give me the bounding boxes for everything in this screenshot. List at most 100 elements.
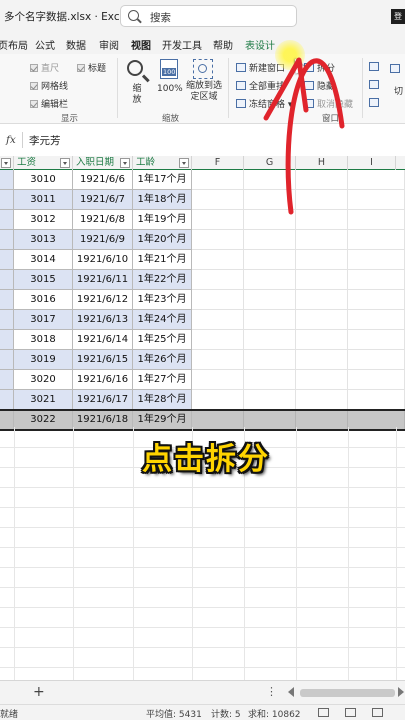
- empty-cell[interactable]: [244, 290, 296, 310]
- table-row[interactable]: 3014 1921/6/10 1年21个月: [0, 250, 405, 270]
- empty-cell[interactable]: [244, 350, 296, 370]
- row-stub-cell[interactable]: [0, 390, 14, 410]
- empty-cell[interactable]: [296, 170, 348, 190]
- tab-help[interactable]: 帮助: [213, 37, 233, 52]
- filter-dropdown-icon[interactable]: [179, 158, 189, 168]
- filter-dropdown-icon[interactable]: [120, 158, 130, 168]
- empty-cell[interactable]: [296, 190, 348, 210]
- table-row[interactable]: 3011 1921/6/7 1年18个月: [0, 190, 405, 210]
- hire-date-cell[interactable]: 1921/6/13: [73, 310, 133, 330]
- table-row[interactable]: 3012 1921/6/8 1年19个月: [0, 210, 405, 230]
- empty-cell[interactable]: [192, 170, 244, 190]
- formula-bar-checkbox[interactable]: 编辑栏: [30, 97, 68, 110]
- hire-date-cell[interactable]: 1921/6/12: [73, 290, 133, 310]
- tenure-cell[interactable]: 1年23个月: [133, 290, 192, 310]
- headings-checkbox[interactable]: 标题: [77, 61, 106, 74]
- salary-cell[interactable]: 3016: [14, 290, 73, 310]
- side-icon-3[interactable]: [369, 98, 382, 109]
- empty-cell[interactable]: [348, 310, 405, 330]
- search-box[interactable]: 搜索: [120, 5, 297, 27]
- empty-cell[interactable]: [244, 230, 296, 250]
- more-options-icon[interactable]: ⋮: [266, 685, 277, 698]
- empty-cell[interactable]: [296, 230, 348, 250]
- column-header-F[interactable]: F: [192, 156, 244, 170]
- empty-cell[interactable]: [244, 210, 296, 230]
- table-row[interactable]: 3016 1921/6/12 1年23个月: [0, 290, 405, 310]
- empty-cell[interactable]: [244, 190, 296, 210]
- row-stub-cell[interactable]: [0, 210, 14, 230]
- normal-view-icon[interactable]: [318, 708, 329, 717]
- empty-cell[interactable]: [348, 270, 405, 290]
- horizontal-scrollbar[interactable]: [300, 689, 395, 697]
- salary-cell[interactable]: 3020: [14, 370, 73, 390]
- table-row[interactable]: 3017 1921/6/13 1年24个月: [0, 310, 405, 330]
- tab-formulas[interactable]: 公式: [35, 37, 55, 52]
- empty-cell[interactable]: [296, 310, 348, 330]
- tab-data[interactable]: 数据: [66, 37, 86, 52]
- column-header-salary[interactable]: 工资: [14, 156, 73, 170]
- table-row[interactable]: 3010 1921/6/6 1年17个月: [0, 170, 405, 190]
- tenure-cell[interactable]: 1年20个月: [133, 230, 192, 250]
- gridlines-checkbox[interactable]: 网格线: [30, 79, 68, 92]
- empty-cell[interactable]: [244, 170, 296, 190]
- tenure-cell[interactable]: 1年26个月: [133, 350, 192, 370]
- tenure-cell[interactable]: 1年25个月: [133, 330, 192, 350]
- row-stub-cell[interactable]: [0, 270, 14, 290]
- side-icon-2[interactable]: [369, 80, 382, 91]
- hire-date-cell[interactable]: 1921/6/17: [73, 390, 133, 410]
- column-header-prev[interactable]: [0, 156, 14, 170]
- empty-cell[interactable]: [244, 270, 296, 290]
- salary-cell[interactable]: 3014: [14, 250, 73, 270]
- row-stub-cell[interactable]: [0, 330, 14, 350]
- tab-developer[interactable]: 开发工具: [162, 37, 202, 52]
- ruler-checkbox[interactable]: 直尺: [30, 61, 59, 74]
- empty-cell[interactable]: [348, 190, 405, 210]
- salary-cell[interactable]: 3021: [14, 390, 73, 410]
- hire-date-cell[interactable]: 1921/6/7: [73, 190, 133, 210]
- empty-cell[interactable]: [192, 370, 244, 390]
- hire-date-cell[interactable]: 1921/6/8: [73, 210, 133, 230]
- empty-cell[interactable]: [348, 350, 405, 370]
- freeze-panes-button[interactable]: 冻结窗格 ▾: [236, 97, 292, 110]
- page-break-view-icon[interactable]: [372, 708, 383, 717]
- hire-date-cell[interactable]: 1921/6/16: [73, 370, 133, 390]
- unhide-button[interactable]: 取消隐藏: [304, 97, 353, 110]
- tab-view[interactable]: 视图: [131, 37, 151, 57]
- row-stub-cell[interactable]: [0, 370, 14, 390]
- hire-date-cell[interactable]: 1921/6/9: [73, 230, 133, 250]
- empty-cell[interactable]: [192, 210, 244, 230]
- new-window-button[interactable]: 新建窗口: [236, 61, 285, 74]
- row-stub-cell[interactable]: [0, 290, 14, 310]
- tenure-cell[interactable]: 1年22个月: [133, 270, 192, 290]
- empty-cell[interactable]: [192, 290, 244, 310]
- empty-cell[interactable]: [348, 330, 405, 350]
- hire-date-cell[interactable]: 1921/6/15: [73, 350, 133, 370]
- salary-cell[interactable]: 3018: [14, 330, 73, 350]
- empty-cell[interactable]: [192, 190, 244, 210]
- scroll-left-icon[interactable]: [288, 687, 294, 697]
- empty-cell[interactable]: [348, 290, 405, 310]
- empty-cell[interactable]: [192, 330, 244, 350]
- salary-cell[interactable]: 3015: [14, 270, 73, 290]
- empty-cell[interactable]: [296, 250, 348, 270]
- empty-cell[interactable]: [296, 330, 348, 350]
- row-stub-cell[interactable]: [0, 190, 14, 210]
- salary-cell[interactable]: 3011: [14, 190, 73, 210]
- hire-date-cell[interactable]: 1921/6/14: [73, 330, 133, 350]
- row-stub-cell[interactable]: [0, 310, 14, 330]
- tenure-cell[interactable]: 1年28个月: [133, 390, 192, 410]
- empty-cell[interactable]: [192, 390, 244, 410]
- empty-cell[interactable]: [348, 230, 405, 250]
- empty-cell[interactable]: [348, 390, 405, 410]
- salary-cell[interactable]: 3017: [14, 310, 73, 330]
- tenure-cell[interactable]: 1年18个月: [133, 190, 192, 210]
- table-row[interactable]: 3019 1921/6/15 1年26个月: [0, 350, 405, 370]
- empty-cell[interactable]: [296, 370, 348, 390]
- scroll-right-icon[interactable]: [398, 687, 404, 697]
- filter-dropdown-icon[interactable]: [1, 158, 11, 168]
- add-sheet-button[interactable]: +: [33, 684, 45, 700]
- page-layout-view-icon[interactable]: [345, 708, 356, 717]
- empty-cell[interactable]: [192, 270, 244, 290]
- formula-input[interactable]: 李元芳: [29, 133, 61, 148]
- column-header-hire-date[interactable]: 入职日期: [73, 156, 133, 170]
